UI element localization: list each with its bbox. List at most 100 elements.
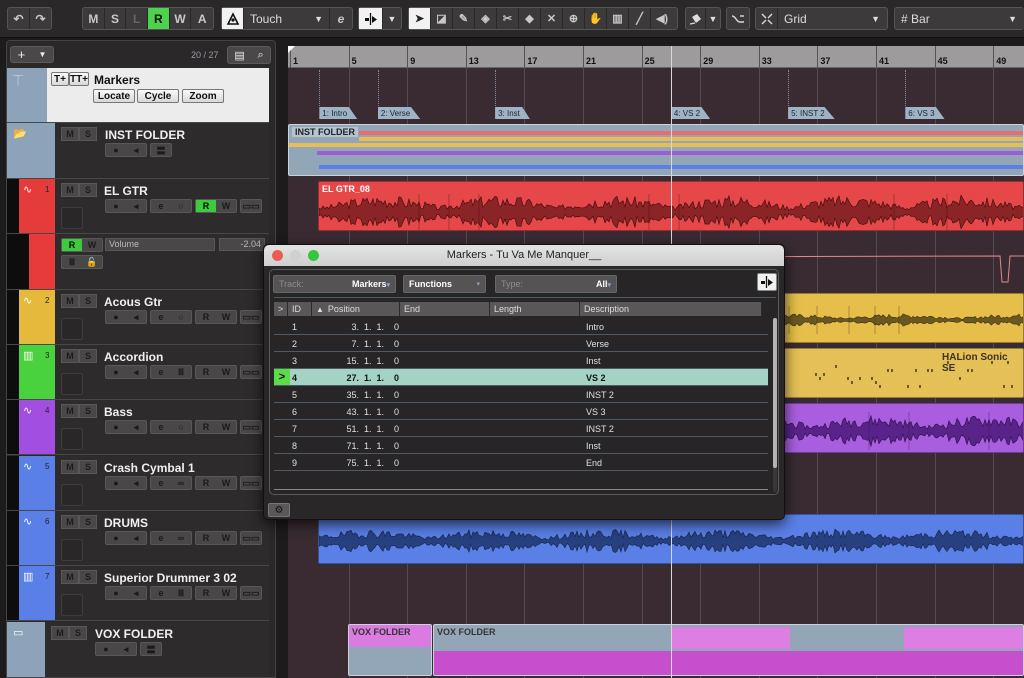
zoom-button[interactable]: Zoom <box>182 89 224 103</box>
track-vox-folder[interactable]: ▭ MS VOX FOLDER ● ◂ 〓 <box>7 622 269 677</box>
snap-icon[interactable] <box>756 8 778 29</box>
automation-mute-icon[interactable]: Ⅲ <box>62 256 82 268</box>
lanes-icon[interactable]: ▭▭ <box>241 421 261 433</box>
line-icon[interactable]: ╱ <box>629 8 651 29</box>
window-titlebar[interactable]: Markers - Tu Va Me Manquer__ <box>264 245 784 266</box>
monitor-icon[interactable]: ◂ <box>126 311 146 323</box>
monitor-icon[interactable]: ◂ <box>126 477 146 489</box>
automation-value[interactable]: -2.04 <box>219 238 265 251</box>
lanes-icon[interactable]: ▭▭ <box>241 587 261 599</box>
marker-description[interactable]: Inst <box>586 356 601 366</box>
split-pencil-icon[interactable]: ✎ <box>453 8 475 29</box>
lanes-icon[interactable]: ▭▭ <box>241 477 261 489</box>
marker-position[interactable]: 15. 1. 1. 0 <box>339 356 399 366</box>
marker-position[interactable]: 75. 1. 1. 0 <box>339 458 399 468</box>
edit-channel-icon[interactable]: e <box>151 200 171 212</box>
track-el-gtr[interactable]: ∿ 1 MS EL GTR ● ◂ e ○ RW ▭▭ <box>7 179 269 234</box>
record-enable-icon[interactable]: ● <box>106 144 126 156</box>
column-header-length[interactable]: Length <box>490 302 580 316</box>
monitor-icon[interactable]: ◂ <box>126 200 146 212</box>
track-drums[interactable]: ∿ 6 MS DRUMS ● ◂ e ∞ RW ▭▭ <box>7 511 269 566</box>
marker-flag[interactable]: 4: VS 2 <box>670 107 711 119</box>
monitor-icon[interactable]: ◂ <box>116 643 136 655</box>
mute-button[interactable]: M <box>61 349 79 363</box>
marker-description[interactable]: Inst <box>586 441 601 451</box>
vox-folder-event-1[interactable]: VOX FOLDER <box>348 624 432 676</box>
add-marker-icon[interactable]: T+ <box>51 72 69 86</box>
marker-description[interactable]: Verse <box>586 339 609 349</box>
marker-row[interactable]: 5 35. 1. 1. 0 INST 2 <box>274 386 768 403</box>
chevron-down-icon[interactable]: ▼ <box>383 8 401 29</box>
marker-row[interactable]: 3 15. 1. 1. 0 Inst <box>274 352 768 369</box>
eraser-icon[interactable]: ◈ <box>475 8 497 29</box>
record-enable-icon[interactable]: ● <box>106 587 126 599</box>
record-enable-icon[interactable]: ● <box>106 421 126 433</box>
folder-edit-icon[interactable]: 〓 <box>141 643 161 655</box>
marker-row[interactable]: 2 7. 1. 1. 0 Verse <box>274 335 768 352</box>
mute-button[interactable]: M <box>51 626 69 640</box>
vox-folder-event-2[interactable]: VOX FOLDER <box>433 624 1024 676</box>
write-automation-button[interactable]: W <box>216 366 236 378</box>
automation-panel-icon[interactable]: e <box>330 8 352 29</box>
marker-description[interactable]: VS 2 <box>586 373 606 383</box>
mute-button[interactable]: M <box>61 460 79 474</box>
scrollbar[interactable] <box>773 318 777 492</box>
marker-flag[interactable]: 5: INST 2 <box>788 107 835 119</box>
mute-button[interactable]: M <box>61 570 79 584</box>
state-button-a[interactable]: A <box>191 8 213 29</box>
automation-icon[interactable] <box>222 8 244 29</box>
mute-x-icon[interactable]: ✕ <box>541 8 563 29</box>
marker-row[interactable]: >4 27. 1. 1. 0 VS 2 <box>274 369 768 386</box>
solo-button[interactable]: S <box>79 515 97 529</box>
write-automation-button[interactable]: W <box>216 532 236 544</box>
color-bucket-icon[interactable] <box>686 8 706 29</box>
state-button-l[interactable]: L <box>126 8 149 29</box>
add-cycle-marker-icon[interactable]: TT+ <box>69 72 89 86</box>
track-inst-folder[interactable]: 📂 MS INST FOLDER ● ◂ 〓 <box>7 123 269 179</box>
edit-instrument-icon[interactable]: Ⅲ <box>171 587 191 599</box>
marker-flag[interactable]: 6: VS 3 <box>905 107 945 119</box>
marker-description[interactable]: End <box>586 458 602 468</box>
edit-channel-icon[interactable]: e <box>151 587 171 599</box>
write-automation-button[interactable]: W <box>216 587 236 599</box>
lanes-icon[interactable]: ▭▭ <box>241 366 261 378</box>
timeline-ruler[interactable]: 1 5 9 13 17 21 25 29 33 37 41 45 49 <box>288 46 1024 68</box>
monitor-icon[interactable]: ◂ <box>126 144 146 156</box>
track-select[interactable]: Track: Markers▾ <box>273 275 396 293</box>
range-select-icon[interactable]: ◪ <box>431 8 453 29</box>
mute-button[interactable]: M <box>61 294 79 308</box>
automation-parameter-select[interactable]: Volume <box>105 238 215 251</box>
marker-position[interactable]: 3. 1. 1. 0 <box>339 322 399 332</box>
record-enable-icon[interactable]: ● <box>106 532 126 544</box>
speaker-icon[interactable]: ◀) <box>651 8 673 29</box>
solo-button[interactable]: S <box>69 626 87 640</box>
read-automation-button[interactable]: R <box>196 200 216 212</box>
mute-button[interactable]: M <box>61 404 79 418</box>
automation-mode-select[interactable]: Touch ▼ <box>244 8 330 29</box>
marker-flag[interactable]: 2: Verse <box>377 107 421 119</box>
monitor-icon[interactable]: ◂ <box>126 421 146 433</box>
edit-channel-icon[interactable]: e <box>151 532 171 544</box>
autoscroll-icon[interactable] <box>727 8 749 29</box>
edit-channel-icon[interactable]: e <box>151 477 171 489</box>
write-automation-button[interactable]: W <box>82 239 102 251</box>
mute-button[interactable]: M <box>61 515 79 529</box>
grid-type-select[interactable]: # Bar ▼ <box>895 8 1023 29</box>
inst-folder-event[interactable]: INST FOLDER <box>288 124 1024 176</box>
marker-row[interactable]: 1 3. 1. 1. 0 Intro <box>274 318 768 335</box>
marker-description[interactable]: INST 2 <box>586 424 614 434</box>
comp-icon[interactable]: ▥ <box>607 8 629 29</box>
record-enable-icon[interactable]: ● <box>106 477 126 489</box>
scrollbar-thumb[interactable] <box>773 318 777 468</box>
marker-position[interactable]: 7. 1. 1. 0 <box>339 339 399 349</box>
locate-button[interactable]: Locate <box>93 89 135 103</box>
read-automation-button[interactable]: R <box>196 421 216 433</box>
hand-icon[interactable]: ✋ <box>585 8 607 29</box>
glue-icon[interactable]: ◆ <box>519 8 541 29</box>
lock-icon[interactable]: 🔓 <box>82 256 102 268</box>
state-button-s[interactable]: S <box>105 8 127 29</box>
solo-button[interactable]: S <box>79 294 97 308</box>
mute-button[interactable]: M <box>61 127 79 141</box>
track-acous-gtr[interactable]: ∿ 2 MS Acous Gtr ● ◂ e ○ RW ▭▭ <box>7 290 269 345</box>
object-select-icon[interactable]: ➤ <box>409 8 431 29</box>
